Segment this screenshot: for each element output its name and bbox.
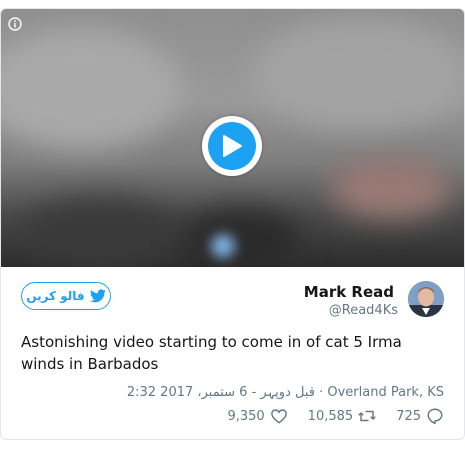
play-button[interactable]	[202, 116, 262, 176]
follow-button[interactable]: فالو کریں	[21, 282, 111, 310]
reply-count: 725	[396, 408, 421, 424]
reply-icon	[427, 408, 443, 425]
author-name[interactable]: Mark Read	[304, 283, 394, 301]
heart-icon	[270, 409, 287, 424]
video-frame-blur	[251, 19, 464, 129]
follow-label: فالو کریں	[26, 289, 85, 303]
tweet-actions: 9,350 10,585 725	[227, 407, 444, 425]
tweet-timestamp-location[interactable]: 2:32 قبل دوپہر - 6 ستمبر، 2017 · Overlan…	[127, 385, 444, 400]
like-count: 9,350	[227, 408, 265, 424]
video-frame-blur	[211, 234, 235, 258]
twitter-bird-icon	[89, 289, 106, 303]
avatar[interactable]	[408, 281, 444, 317]
video-frame-blur	[181, 209, 301, 267]
video-frame-blur	[331, 159, 451, 219]
play-icon	[223, 135, 242, 157]
tweet-text: Astonishing video starting to come in of…	[21, 333, 402, 373]
video-player[interactable]	[1, 9, 464, 267]
retweet-action[interactable]: 10,585	[308, 407, 377, 425]
reply-action[interactable]: 725	[396, 407, 444, 425]
retweet-count: 10,585	[307, 408, 354, 424]
tweet-card: Mark Read @Read4Ks فالو کریں Astonishing…	[0, 8, 465, 440]
retweet-icon	[358, 410, 376, 422]
info-icon[interactable]	[8, 17, 22, 31]
video-frame-blur	[21, 199, 181, 267]
like-action[interactable]: 9,350	[227, 407, 287, 425]
avatar-photo	[408, 281, 444, 317]
video-frame-blur	[1, 29, 181, 149]
play-icon-circle	[208, 122, 256, 170]
author-handle[interactable]: @Read4Ks	[329, 303, 398, 318]
